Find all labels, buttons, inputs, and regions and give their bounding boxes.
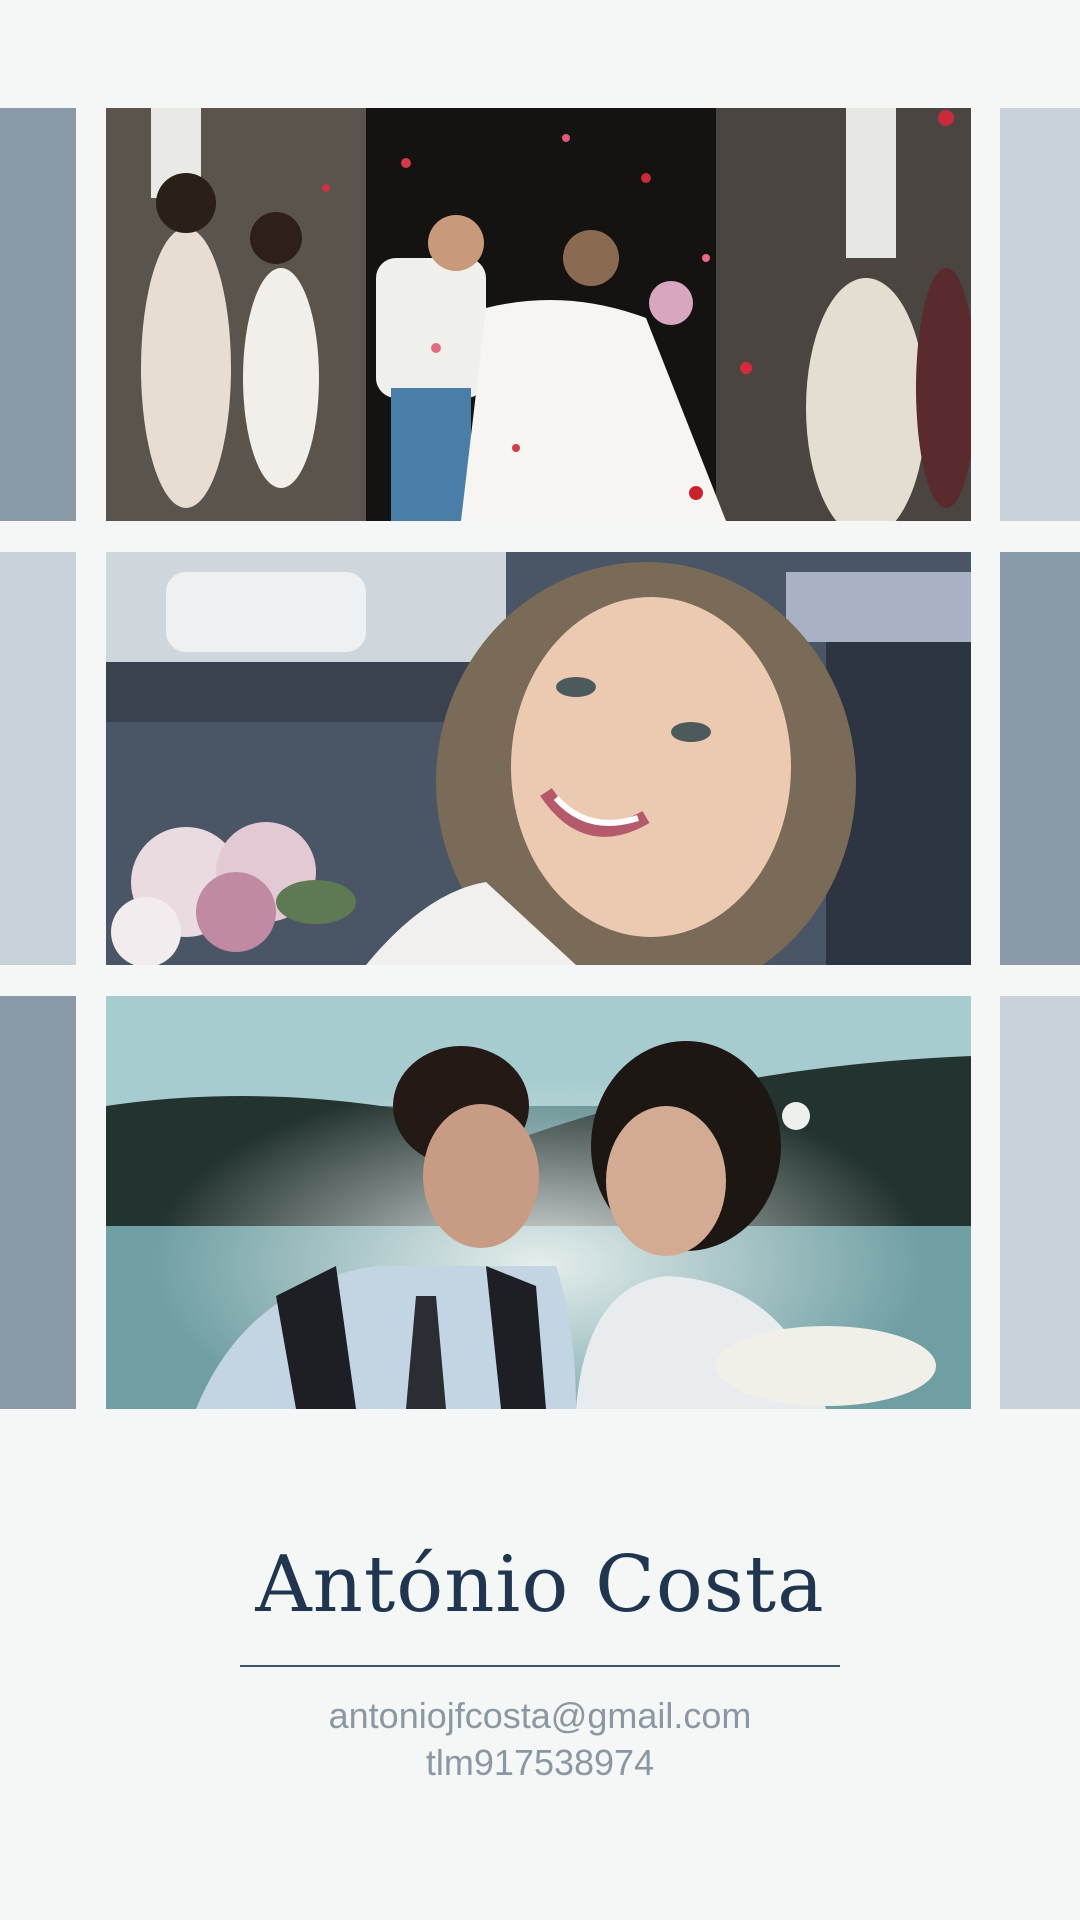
divider-line (240, 1665, 840, 1667)
side-panel-left-2 (0, 552, 76, 965)
wedding-photo-bride-portrait[interactable] (106, 552, 971, 965)
photographer-name: António Costa (255, 1540, 825, 1630)
contact-phone[interactable]: tlm917538974 (0, 1742, 1080, 1784)
side-panel-right-2 (1000, 552, 1080, 965)
wedding-photo-church-exit[interactable] (106, 108, 971, 521)
side-panel-left-3 (0, 996, 76, 1409)
side-panel-left-1 (0, 108, 76, 521)
side-panel-right-3 (1000, 996, 1080, 1409)
side-panel-right-1 (1000, 108, 1080, 521)
wedding-photo-couple-lake[interactable] (106, 996, 971, 1409)
contact-email[interactable]: antoniojfcosta@gmail.com (0, 1695, 1080, 1737)
